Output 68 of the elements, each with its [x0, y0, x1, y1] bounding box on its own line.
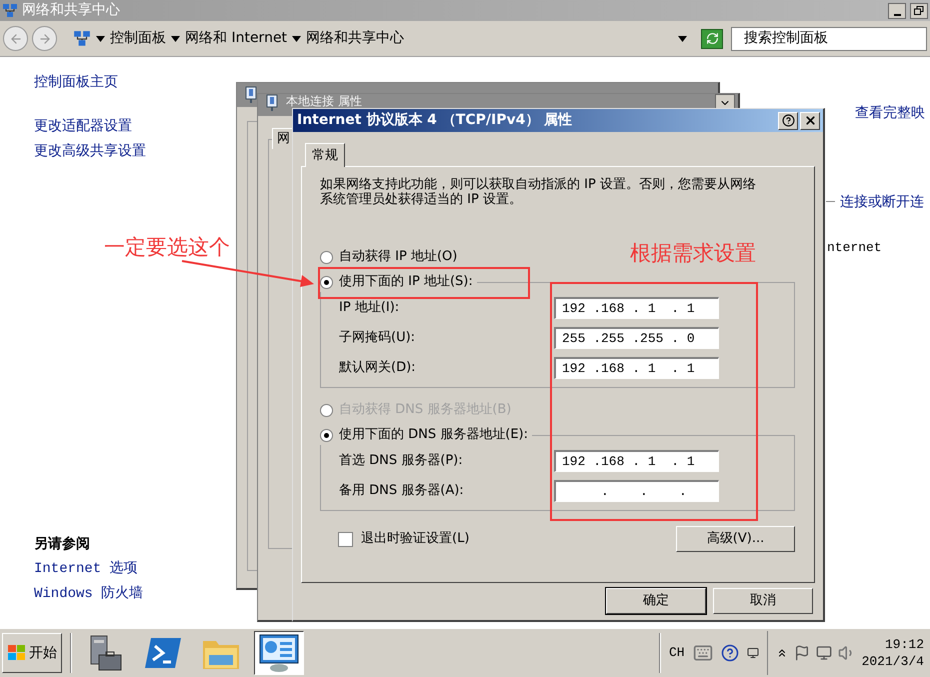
- dropdown-arrow-icon[interactable]: [678, 36, 687, 42]
- restore-button[interactable]: [910, 2, 928, 18]
- sidebar-link[interactable]: 更改高级共享设置: [34, 141, 146, 161]
- advanced-button[interactable]: 高级(V)...: [676, 526, 795, 552]
- keyboard-icon[interactable]: [692, 643, 713, 663]
- taskbar-button[interactable]: [254, 631, 304, 675]
- language-indicator[interactable]: CH: [668, 643, 685, 663]
- help-icon: [782, 114, 794, 127]
- ip-address-field[interactable]: 255 .255 .255 . 0: [554, 327, 719, 349]
- minimize-button[interactable]: [888, 2, 906, 18]
- radio-label: 使用下面的 IP 地址(S):: [339, 273, 473, 292]
- forward-arrow-icon: [38, 32, 52, 46]
- network-adapter-icon: [243, 86, 259, 104]
- ip-address-field[interactable]: 192 .168 . 1 . 1: [554, 297, 719, 319]
- checkbox-label: 退出时验证设置(L): [361, 530, 470, 548]
- radio-button[interactable]: [320, 276, 333, 288]
- section-heading: 另请参阅: [34, 535, 91, 554]
- breadcrumb-item[interactable]: 网络和共享中心: [306, 28, 404, 49]
- ip-address-field[interactable]: 192 .168 . 1 . 1: [554, 450, 719, 472]
- radio-label: 自动获得 IP 地址(O): [339, 248, 458, 266]
- field-label: 默认网关(D):: [338, 359, 417, 378]
- link[interactable]: 查看完整映: [855, 103, 925, 124]
- description-text: 如果网络支持此功能，则可以获取自动指派的 IP 设置。否则，您需要从网络系统管理员处获得适当的 IP 设置。: [320, 177, 757, 207]
- start-button[interactable]: 开始: [2, 633, 62, 673]
- network-name: nternet: [827, 239, 882, 257]
- task-link[interactable]: 连接或断开连: [840, 192, 924, 213]
- breadcrumb-item[interactable]: 网络和 Internet: [185, 28, 288, 49]
- field-label: 子网掩码(U):: [338, 329, 416, 348]
- field-label: 首选 DNS 服务器(P):: [338, 452, 464, 470]
- dialog-title: Internet 协议版本 4 （TCP/IPv4） 属性: [297, 111, 572, 130]
- restore-icon: [914, 6, 924, 15]
- flag-icon[interactable]: [794, 645, 810, 661]
- field-label: IP 地址(I):: [338, 299, 400, 318]
- dropdown-arrow-icon[interactable]: [292, 36, 302, 42]
- ok-button[interactable]: 确定: [606, 588, 706, 614]
- tab[interactable]: 常规: [305, 143, 345, 167]
- search-field[interactable]: 搜索控制面板: [731, 26, 927, 50]
- sidebar-link[interactable]: 更改适配器设置: [34, 116, 146, 136]
- terminal-icon: [143, 636, 183, 670]
- close-icon: [804, 114, 816, 127]
- network-adapter-icon: [264, 94, 280, 112]
- sidebar-link[interactable]: 控制面板主页: [34, 72, 146, 92]
- control-panel-icon: [258, 633, 300, 673]
- radio-button[interactable]: [320, 250, 333, 264]
- ip-address-field[interactable]: . . .: [554, 480, 719, 502]
- dropdown-arrow-icon[interactable]: [96, 36, 105, 42]
- help-button[interactable]: [778, 112, 798, 130]
- dropdown-arrow-icon[interactable]: [171, 36, 180, 42]
- help-icon[interactable]: [720, 644, 739, 662]
- window-title: 本地连接 属性: [286, 95, 362, 107]
- annotation-text: 一定要选这个: [104, 234, 230, 261]
- field-label: 备用 DNS 服务器(A):: [338, 482, 465, 500]
- windows-logo-icon: [7, 644, 27, 662]
- sidebar-link[interactable]: Internet 选项: [34, 559, 144, 579]
- refresh-icon: [706, 32, 718, 45]
- radio-button[interactable]: [320, 428, 333, 442]
- breadcrumb-item[interactable]: 控制面板: [110, 28, 166, 49]
- radio-label: 使用下面的 DNS 服务器地址(E):: [339, 426, 528, 444]
- window-title: 网络和共享中心: [22, 1, 120, 20]
- clock-date: 2021/3/4: [862, 653, 924, 670]
- refresh-button[interactable]: [701, 28, 723, 48]
- monitor-icon[interactable]: [746, 647, 759, 659]
- ip-address-field[interactable]: 192 .168 . 1 . 1: [554, 357, 719, 379]
- clock-time: 19:12: [884, 636, 924, 653]
- checkbox[interactable]: [338, 532, 353, 546]
- cancel-button[interactable]: 取消: [713, 588, 813, 614]
- annotation-text: 根据需求设置: [630, 240, 756, 267]
- sidebar-link[interactable]: Windows 防火墙: [34, 584, 144, 604]
